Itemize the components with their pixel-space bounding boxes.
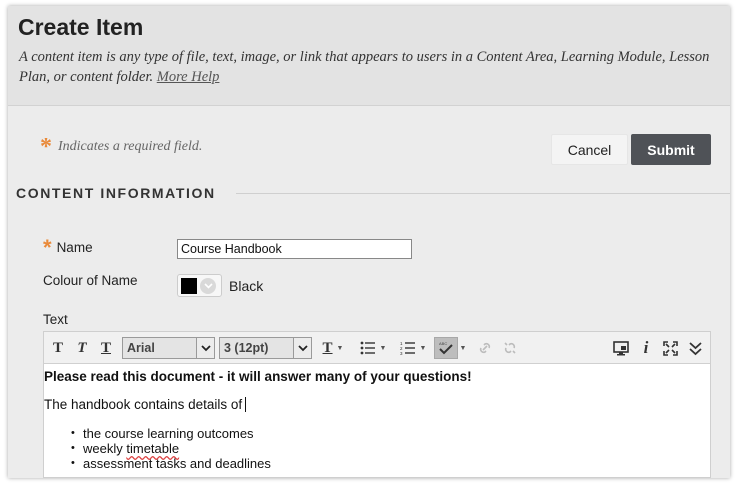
preview-icon[interactable]: [610, 337, 632, 359]
underline-icon[interactable]: T: [95, 337, 117, 359]
italic-glyph: T: [77, 339, 87, 356]
underline-glyph: T: [100, 339, 111, 356]
font-size-select[interactable]: 3 (12pt): [219, 337, 312, 359]
numbered-list-icon[interactable]: 123 ▼: [395, 337, 431, 359]
form-body: * Indicates a required field. Cancel Sub…: [8, 110, 730, 478]
list-item: assessment tasks and deadlines: [71, 456, 271, 471]
create-item-panel: Create Item A content item is any type o…: [8, 6, 730, 478]
page-description: A content item is any type of file, text…: [19, 47, 724, 87]
editor-toolbar: T T T Arial 3 (12pt) T ▼ ▼ 1 2 3 ▼ ABC ▼…: [44, 332, 710, 364]
required-asterisk-icon: *: [43, 234, 52, 260]
chevron-down-icon: [196, 338, 214, 358]
required-asterisk-icon: *: [40, 134, 52, 160]
editor-plain-text: The handbook contains details of: [44, 397, 243, 412]
info-icon[interactable]: i: [635, 337, 657, 359]
bold-glyph: T: [52, 339, 63, 356]
name-label-text: Name: [56, 240, 93, 255]
required-note-text: Indicates a required field.: [58, 139, 203, 154]
more-help-link[interactable]: More Help: [157, 69, 220, 85]
list-item: the course learning outcomes: [71, 426, 271, 441]
list-item-text: weekly timetable: [83, 441, 180, 456]
page-header: Create Item A content item is any type o…: [8, 6, 730, 106]
editor-plain-line: The handbook contains details of: [44, 397, 247, 412]
text-cursor: [245, 397, 247, 412]
text-editor[interactable]: T T T Arial 3 (12pt) T ▼ ▼ 1 2 3 ▼ ABC ▼…: [43, 331, 711, 478]
submit-button[interactable]: Submit: [631, 134, 711, 165]
font-family-value: Arial: [127, 341, 155, 355]
unlink-icon[interactable]: [499, 337, 521, 359]
colour-swatch: [181, 277, 197, 294]
font-color-icon[interactable]: T ▼: [316, 337, 350, 359]
svg-text:3: 3: [400, 351, 403, 355]
description-text: A content item is any type of file, text…: [19, 49, 710, 85]
spellcheck-icon[interactable]: ABC: [434, 337, 458, 359]
fullscreen-icon[interactable]: [659, 337, 681, 359]
page-title: Create Item: [18, 14, 144, 40]
bold-icon[interactable]: T: [47, 337, 69, 359]
svg-text:ABC: ABC: [439, 341, 447, 346]
font-family-select[interactable]: Arial: [122, 337, 215, 359]
link-icon[interactable]: [474, 337, 496, 359]
colour-label: Colour of Name: [43, 273, 138, 288]
font-size-value: 3 (12pt): [224, 341, 269, 355]
editor-bold-line: Please read this document - it will answ…: [44, 369, 472, 384]
name-label: * Name: [43, 234, 93, 260]
bullet-list-icon[interactable]: ▼: [355, 337, 391, 359]
colour-picker[interactable]: [177, 274, 222, 297]
chevron-down-icon: [293, 338, 311, 358]
collapse-icon[interactable]: [684, 337, 706, 359]
editor-bullet-list: the course learning outcomes weekly time…: [71, 426, 271, 471]
list-item: weekly timetable: [71, 441, 271, 456]
text-label: Text: [43, 312, 68, 327]
spellcheck-caret-icon[interactable]: ▼: [459, 337, 467, 359]
section-divider: [236, 193, 730, 194]
cancel-button[interactable]: Cancel: [551, 134, 628, 165]
colour-value: Black: [229, 278, 264, 294]
required-note: * Indicates a required field.: [40, 134, 203, 160]
chevron-down-icon: [200, 277, 216, 294]
section-title: CONTENT INFORMATION: [16, 185, 216, 201]
name-input[interactable]: [177, 239, 412, 259]
italic-icon[interactable]: T: [71, 337, 93, 359]
